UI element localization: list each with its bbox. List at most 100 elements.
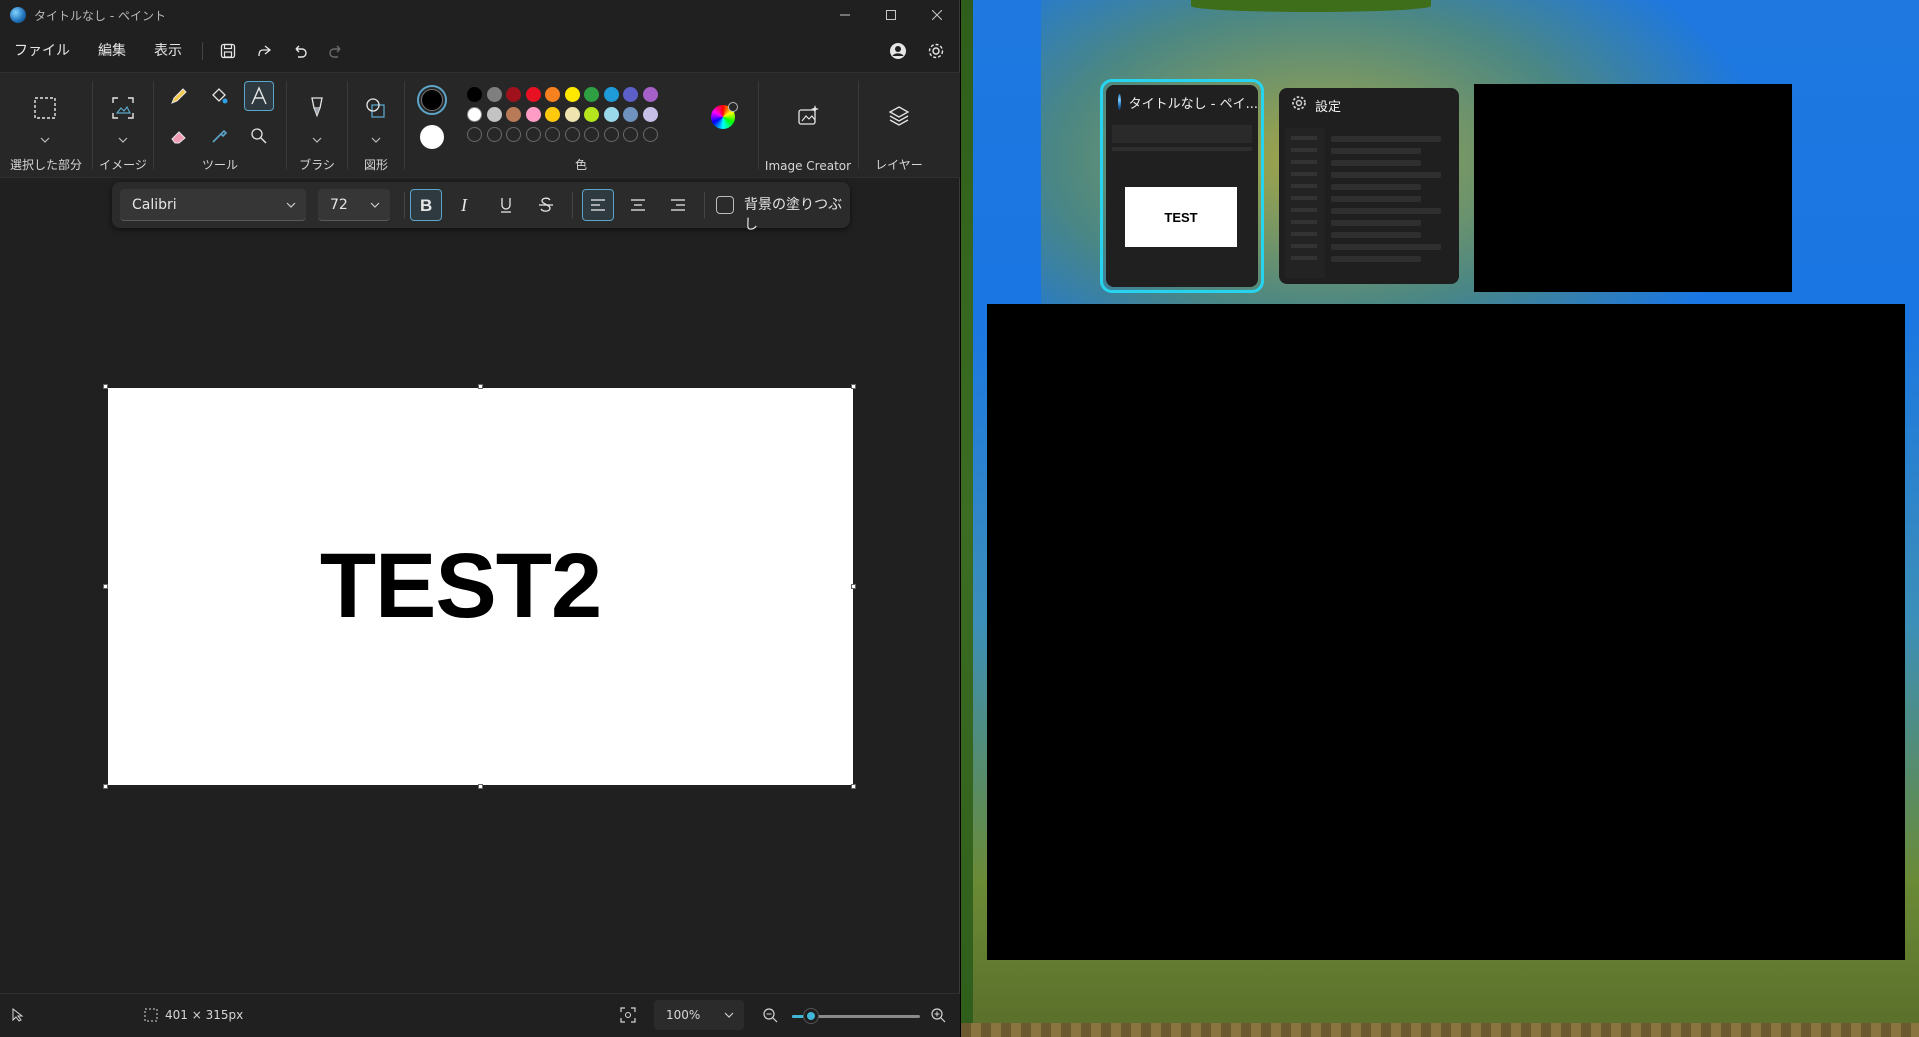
custom-color-slot[interactable] <box>525 127 541 142</box>
pencil-tool[interactable] <box>164 81 194 111</box>
custom-color-slot[interactable] <box>564 127 580 142</box>
chevron-down-icon[interactable] <box>40 129 50 148</box>
color-swatch[interactable] <box>603 107 619 122</box>
resize-handle-bottom-left[interactable] <box>103 784 108 789</box>
resize-handle-right[interactable] <box>851 584 856 589</box>
custom-color-slot[interactable] <box>545 127 560 142</box>
align-left-button[interactable] <box>582 189 614 221</box>
edit-colors-button[interactable] <box>711 102 738 129</box>
layers-button[interactable] <box>884 101 914 131</box>
chevron-down-icon[interactable] <box>312 129 322 148</box>
primary-color-swatch <box>421 89 443 111</box>
color-swatch[interactable] <box>467 107 482 122</box>
zoom-in-button[interactable] <box>930 1007 946 1026</box>
zoom-dropdown[interactable]: 100% <box>654 1000 744 1030</box>
color-swatch[interactable] <box>486 107 502 122</box>
fill-tool[interactable] <box>204 81 234 111</box>
color-swatch[interactable] <box>584 87 599 102</box>
shapes-tool[interactable] <box>361 93 391 123</box>
custom-color-slot[interactable] <box>506 127 521 142</box>
align-center-icon <box>631 199 645 211</box>
custom-color-slot[interactable] <box>584 127 599 142</box>
color-swatch[interactable] <box>506 107 521 122</box>
fit-to-window-button[interactable] <box>620 1007 636 1026</box>
image-tool[interactable] <box>108 93 138 123</box>
custom-color-slot[interactable] <box>623 127 638 142</box>
color-swatch[interactable] <box>545 107 560 122</box>
italic-button[interactable]: I <box>450 189 482 221</box>
resize-handle-top[interactable] <box>478 384 483 389</box>
paint-app-icon <box>10 7 26 23</box>
color-swatch[interactable] <box>545 87 560 102</box>
menu-file[interactable]: ファイル <box>0 36 84 66</box>
primary-color-button[interactable] <box>417 85 447 115</box>
window-thumbnail-blank[interactable] <box>1474 84 1792 292</box>
color-picker-tool[interactable] <box>204 121 234 151</box>
zoom-out-button[interactable] <box>762 1007 778 1026</box>
color-swatch[interactable] <box>642 107 658 122</box>
background-fill-checkbox[interactable] <box>716 196 734 214</box>
color-swatch[interactable] <box>603 87 619 102</box>
align-center-button[interactable] <box>622 189 654 221</box>
canvas-area[interactable]: TEST2 <box>0 230 960 990</box>
resize-handle-top-right[interactable] <box>851 384 856 389</box>
close-button[interactable] <box>914 0 960 30</box>
window-thumbnail-settings[interactable]: 設定 <box>1279 88 1459 284</box>
chevron-down-icon[interactable] <box>118 129 128 148</box>
magnifier-tool[interactable] <box>244 121 274 151</box>
color-swatch[interactable] <box>623 87 638 102</box>
color-swatch[interactable] <box>525 107 541 122</box>
resize-handle-top-left[interactable] <box>103 384 108 389</box>
menu-view[interactable]: 表示 <box>140 36 196 66</box>
eyedropper-icon <box>212 129 228 143</box>
resize-handle-left[interactable] <box>103 584 108 589</box>
thumbnail-nav-line <box>1291 184 1317 188</box>
image-creator-button[interactable] <box>793 101 823 131</box>
text-tool[interactable] <box>244 81 274 111</box>
paint-app-icon <box>1118 94 1121 110</box>
resize-handle-bottom-right[interactable] <box>851 784 856 789</box>
align-right-button[interactable] <box>662 189 694 221</box>
title-bar[interactable]: タイトルなし - ペイント <box>0 0 960 30</box>
font-family-dropdown[interactable]: Calibri <box>120 189 306 221</box>
color-swatch[interactable] <box>642 87 658 102</box>
color-swatch[interactable] <box>564 107 580 122</box>
window-thumbnail-paint[interactable]: タイトルなし - ペイ... TEST <box>1106 85 1258 287</box>
custom-color-slot[interactable] <box>642 127 658 142</box>
drawing-canvas[interactable]: TEST2 <box>108 388 853 785</box>
bold-icon: B <box>420 196 432 214</box>
custom-color-slot[interactable] <box>603 127 619 142</box>
resize-handle-bottom[interactable] <box>478 784 483 789</box>
secondary-color-button[interactable] <box>420 125 444 149</box>
strikethrough-button[interactable] <box>530 189 562 221</box>
redo-button[interactable] <box>318 36 354 66</box>
custom-color-slot[interactable] <box>467 127 482 142</box>
color-swatch[interactable] <box>623 107 638 122</box>
selection-tool[interactable] <box>30 93 60 123</box>
color-swatch[interactable] <box>564 87 580 102</box>
zoom-slider[interactable] <box>792 1009 920 1023</box>
undo-button[interactable] <box>282 36 318 66</box>
menu-edit[interactable]: 編集 <box>84 36 140 66</box>
color-swatch[interactable] <box>525 87 541 102</box>
snap-placeholder-pane[interactable] <box>987 304 1905 960</box>
maximize-button[interactable] <box>868 0 914 30</box>
canvas-text[interactable]: TEST2 <box>320 534 602 639</box>
zoom-slider-thumb[interactable] <box>804 1009 819 1023</box>
color-swatch[interactable] <box>467 87 482 102</box>
share-button[interactable] <box>246 36 282 66</box>
brush-tool[interactable] <box>302 93 332 123</box>
color-swatch[interactable] <box>486 87 502 102</box>
save-button[interactable] <box>210 36 246 66</box>
underline-button[interactable] <box>490 189 522 221</box>
color-swatch[interactable] <box>506 87 521 102</box>
color-swatch[interactable] <box>584 107 599 122</box>
font-size-dropdown[interactable]: 72 <box>318 189 390 221</box>
chevron-down-icon[interactable] <box>371 129 381 148</box>
minimize-button[interactable] <box>822 0 868 30</box>
settings-button[interactable] <box>918 36 954 66</box>
custom-color-slot[interactable] <box>486 127 502 142</box>
eraser-tool[interactable] <box>164 121 194 151</box>
bold-button[interactable]: B <box>410 189 442 221</box>
account-button[interactable] <box>880 36 916 66</box>
